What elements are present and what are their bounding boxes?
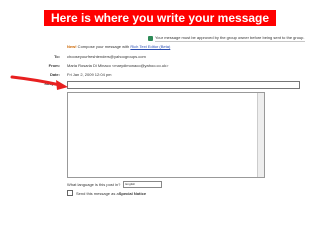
special-notice-checkbox[interactable] [67,190,73,196]
to-value: chooseyourfreshtenders@yahoogroups.com [67,54,146,59]
language-label: What language is this post in? [67,182,121,187]
to-label: To: [54,54,60,59]
textarea-scrollbar[interactable] [257,93,264,177]
language-row: What language is this post in? English [67,181,163,188]
date-value: Fri Jan 2, 2009 12:04 pm [67,72,112,77]
special-notice-prefix: Send this message as a [76,190,119,196]
from-value: Maria Rosaria Di Minaco <marydimonaco@ya… [67,63,169,68]
from-label: From: [48,63,60,68]
approval-notice: Your message must be approved by the gro… [148,35,305,42]
to-row: To: chooseyourfreshtenders@yahoogroups.c… [0,53,316,62]
message-body-textarea[interactable] [67,92,265,178]
approval-notice-text: Your message must be approved by the gro… [155,35,305,42]
rich-text-editor-link[interactable]: Rich Text Editor (Beta) [130,44,170,49]
special-notice-emphasis: Special Notice [118,190,147,196]
from-row: From: Maria Rosaria Di Minaco <marydimon… [0,62,316,71]
red-arrow-icon [10,75,68,90]
new-badge: New! [67,44,77,49]
special-notice-row: Send this message as a Special Notice [67,190,146,196]
subject-input[interactable] [67,81,300,89]
compose-text: Compose your message with [76,44,131,49]
slide-caption: Here is where you write your message [44,10,276,26]
language-select[interactable]: English [123,181,163,188]
info-icon [148,36,153,41]
rich-text-promo: New! Compose your message with Rich Text… [67,44,170,49]
